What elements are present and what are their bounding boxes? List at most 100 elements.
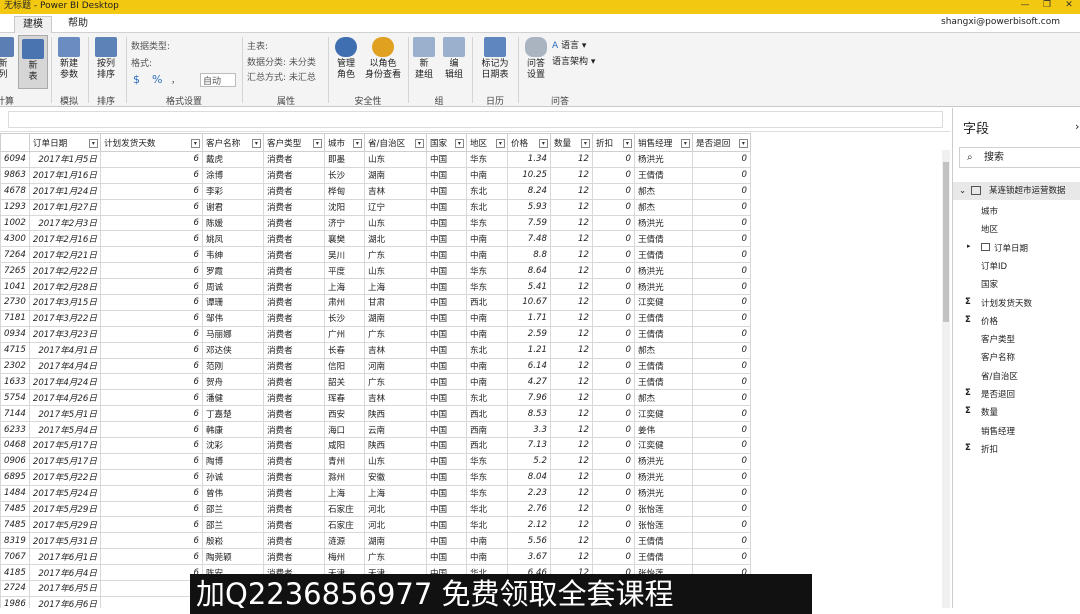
table-cell[interactable]: 2017年3月15日 [28,294,101,311]
table-cell[interactable]: 谭珊 [201,294,264,311]
column-header[interactable]: 计划发货天数 ▾ [99,133,203,152]
percent-button[interactable]: % [152,73,162,86]
table-cell[interactable]: 0 [691,516,751,534]
field-item[interactable]: 客户名称 [981,351,1015,363]
table-cell[interactable]: 中国 [425,294,467,311]
table-cell[interactable]: 广州 [323,325,365,343]
table-cell[interactable]: 华东 [465,452,508,470]
table-cell[interactable]: 0 [591,548,635,566]
table-cell[interactable]: 中国 [425,373,467,391]
table-cell[interactable]: 6 [99,151,203,168]
table-cell[interactable]: 中国 [425,214,467,232]
table-cell[interactable]: 0 [691,468,751,486]
table-cell[interactable]: 0 [591,373,635,391]
table-cell[interactable]: 消费者 [262,151,325,168]
table-cell[interactable]: 1041 [0,278,30,296]
new-parameter-button[interactable]: 新建 参数 [55,37,83,81]
table-cell[interactable]: 中国 [425,421,467,439]
table-cell[interactable]: 2017年6月5日 [28,580,101,597]
data-category-label[interactable]: 数据分类: 未分类 [247,55,316,68]
table-cell[interactable]: 东北 [465,182,508,200]
table-cell[interactable]: 杨洪光 [633,278,693,296]
minimize-icon[interactable]: — [1014,0,1036,12]
table-cell[interactable]: 中国 [425,389,467,407]
table-cell[interactable]: 中国 [425,405,467,423]
table-cell[interactable]: 2302 [0,357,30,375]
table-cell[interactable]: 1293 [0,198,30,216]
table-cell[interactable]: 范刚 [201,357,264,375]
table-cell[interactable]: 韶关 [323,373,365,391]
table-cell[interactable]: 3.3 [506,421,551,439]
field-item[interactable]: Σ 折扣 [965,443,998,455]
filter-dropdown-icon[interactable]: ▾ [680,139,690,148]
table-cell[interactable]: 6094 [0,151,30,168]
scrollbar-thumb[interactable] [943,162,949,322]
table-cell[interactable]: 中南 [465,166,508,184]
table-cell[interactable]: 12 [549,357,593,375]
table-cell[interactable]: 中国 [425,532,467,550]
table-cell[interactable]: 2017年2月21日 [28,246,101,264]
table-row[interactable]: 1484 2017年5月24日 6 曾伟 消费者 上海 上海 中国 华东 2.23 12 0 杨洪光 0 [0,484,751,502]
field-item[interactable]: Σ 价格 [965,315,998,327]
column-header[interactable]: 客户名称 ▾ [201,133,264,152]
table-cell[interactable]: 12 [549,437,593,454]
table-cell[interactable]: 6 [99,595,203,608]
table-cell[interactable]: 襄樊 [323,230,365,248]
table-cell[interactable]: 上海 [363,484,427,502]
table-cell[interactable]: 0 [691,246,751,264]
table-cell[interactable]: 中国 [425,198,467,216]
table-row[interactable]: 7181 2017年3月22日 6 邹伟 消费者 长沙 湖南 中国 中南 1.71 12 0 王倩倩 0 [0,309,751,327]
filter-dropdown-icon[interactable]: ▾ [352,139,362,148]
new-group-button[interactable]: 新 建组 [412,37,436,81]
table-cell[interactable]: 12 [549,262,593,280]
table-cell[interactable]: 0 [591,405,635,423]
table-cell[interactable]: 中国 [425,182,467,200]
table-cell[interactable]: 12 [549,230,593,248]
table-row[interactable]: 2302 2017年4月4日 6 范刚 消费者 信阳 河南 中国 中南 6.14 12 0 王倩倩 0 [0,357,751,375]
table-cell[interactable]: 消费者 [262,516,325,534]
table-cell[interactable]: 西北 [465,405,508,423]
table-cell[interactable]: 12 [549,452,593,470]
table-cell[interactable]: 0 [591,198,635,216]
table-cell[interactable]: 中国 [425,325,467,343]
table-cell[interactable]: 张怡莲 [633,500,693,518]
table-cell[interactable]: 梅州 [323,548,365,566]
table-cell[interactable]: 中国 [425,548,467,566]
table-row[interactable]: 0906 2017年5月17日 6 陶博 消费者 青州 山东 中国 华东 5.2 12 0 杨洪光 0 [0,452,751,470]
table-cell[interactable]: 1986 [0,595,30,608]
table-cell[interactable]: 中南 [465,357,508,375]
table-cell[interactable]: 济宁 [323,214,365,232]
table-cell[interactable]: 西安 [323,405,365,423]
table-cell[interactable]: 1633 [0,373,30,391]
table-cell[interactable]: 12 [549,532,593,550]
field-item[interactable]: 客户类型 [981,333,1015,345]
table-cell[interactable]: 6 [99,214,203,232]
field-item[interactable]: Σ 数量 [965,406,998,418]
table-row[interactable]: 1002 2017年2月3日 6 陈媛 消费者 济宁 山东 中国 华东 7.59 12 0 杨洪光 0 [0,214,751,232]
column-header[interactable]: 折扣 ▾ [591,133,635,152]
table-cell[interactable]: 0 [691,548,751,566]
table-cell[interactable]: 湖南 [363,309,427,327]
column-header[interactable]: 地区 ▾ [465,133,508,152]
table-cell[interactable]: 中国 [425,484,467,502]
table-cell[interactable]: 0 [591,532,635,550]
table-cell[interactable]: 6.14 [506,357,551,375]
table-cell[interactable]: 0 [591,500,635,518]
table-cell[interactable]: 消费者 [262,309,325,327]
field-item[interactable]: 订单ID [981,260,1007,272]
tab-modeling[interactable]: 建模 [14,16,52,33]
table-cell[interactable]: 消费者 [262,532,325,550]
table-row[interactable]: 1293 2017年1月27日 6 谢君 消费者 沈阳 辽宁 中国 东北 5.93 12 0 郝杰 0 [0,198,751,216]
table-cell[interactable]: 4.27 [506,373,551,391]
table-cell[interactable]: 0 [691,373,751,391]
table-cell[interactable]: 涟源 [323,532,365,550]
table-cell[interactable]: 孙诚 [201,468,264,486]
formula-input[interactable] [8,111,943,128]
sort-by-column-button[interactable]: 按列 排序 [92,37,120,81]
table-cell[interactable]: 中国 [425,262,467,280]
table-cell[interactable]: 4300 [0,230,30,248]
table-cell[interactable]: 中南 [465,309,508,327]
table-cell[interactable]: 12 [549,373,593,391]
restore-icon[interactable]: ❐ [1036,0,1058,12]
table-cell[interactable]: 中南 [465,325,508,343]
